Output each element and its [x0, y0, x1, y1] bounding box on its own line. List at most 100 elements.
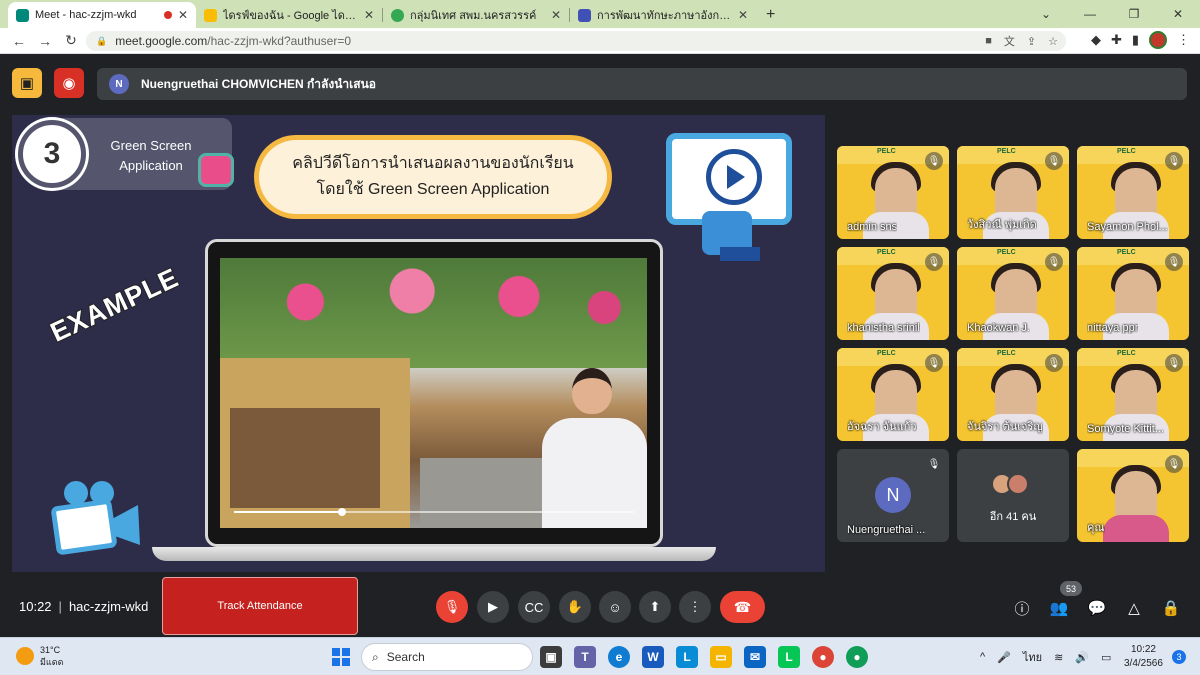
participant-name: Sayamon Phol... [1087, 221, 1168, 233]
emoji-icon[interactable]: ☺ [599, 591, 631, 623]
edge-icon[interactable]: e [608, 646, 630, 668]
close-tab-icon[interactable]: ✕ [738, 8, 748, 22]
tab-title: Meet - hac-zzjm-wkd [35, 9, 137, 21]
muted-mic-icon: 🎙 [1165, 354, 1183, 372]
microphone-icon[interactable]: 🎤 [997, 651, 1011, 664]
self-name: คุณ [1087, 522, 1105, 534]
participant-tile[interactable]: PELC 🎙 khanistha srinil [837, 247, 949, 340]
word-icon[interactable]: W [642, 646, 664, 668]
present-screen-icon[interactable]: ⬆ [639, 591, 671, 623]
tab-drive[interactable]: ไดรฟ์ของฉัน - Google ไดรฟ์ ✕ [196, 2, 382, 28]
stop-presenting-icon[interactable]: ▣ [12, 68, 42, 98]
participant-tile[interactable]: PELC 🎙 Khaokwan J. [957, 247, 1069, 340]
meet-control-bar: 10:22 | hac-zzjm-wkd Track Attendance 🎙 ▶ … [0, 577, 1200, 637]
wifi-icon[interactable]: ≋ [1054, 651, 1063, 664]
close-tab-icon[interactable]: ✕ [551, 8, 561, 22]
participant-tile[interactable]: PELC 🎙 Sayamon Phol... [1077, 146, 1189, 239]
presenter-tile[interactable]: 🎙 N Nuengruethai ... [837, 449, 949, 542]
participant-tile[interactable]: PELC 🎙 จันจิรา ต้นเจริญ [957, 348, 1069, 441]
menu-kebab-icon[interactable]: ⋮ [1177, 32, 1190, 48]
step-label: Green Screen Application [96, 136, 206, 176]
chrome-icon[interactable]: ● [812, 646, 834, 668]
video-progress-knob[interactable] [338, 508, 346, 516]
meeting-details-icon[interactable]: ⓘ [1011, 597, 1033, 619]
participant-tile[interactable]: PELC 🎙 Somyote Kittit... [1077, 348, 1189, 441]
hand-cuff-icon [720, 247, 760, 261]
share-icon[interactable]: ⇪ [1027, 35, 1036, 48]
activities-icon[interactable]: △ [1123, 597, 1145, 619]
tab-nikhet[interactable]: กลุ่มนิเทศ สพม.นครสวรรค์ ✕ [383, 2, 569, 28]
leave-call-icon[interactable]: ☎ [720, 591, 765, 623]
battery-icon[interactable]: ▭ [1101, 651, 1111, 664]
more-participants-tile[interactable]: อีก 41 คน [957, 449, 1069, 542]
restore-icon[interactable]: ❐ [1112, 7, 1156, 21]
muted-mic-icon: 🎙 [925, 354, 943, 372]
camera-blocked-icon[interactable]: ■ [985, 35, 992, 47]
chrome-profile-icon[interactable]: ● [846, 646, 868, 668]
mail-icon[interactable]: ✉ [744, 646, 766, 668]
line-l-icon[interactable]: L [676, 646, 698, 668]
pelc-logo: PELC [877, 148, 896, 155]
translate-icon[interactable]: 文 [1004, 33, 1015, 49]
step-number: 3 [18, 120, 86, 188]
tab-meet[interactable]: Meet - hac-zzjm-wkd ✕ [8, 2, 196, 28]
language-indicator[interactable]: ไทย [1023, 648, 1042, 666]
minimize-icon[interactable]: — [1068, 7, 1112, 21]
tab-search-icon[interactable]: ⌄ [1024, 7, 1068, 21]
participant-thumbnails [991, 473, 1035, 497]
captions-icon[interactable]: CC [518, 591, 550, 623]
taskbar-search[interactable]: ⌕ Search [361, 643, 533, 671]
url-bar[interactable]: 🔒 meet.google.com /hac-zzjm-wkd?authuser… [86, 31, 1066, 51]
side-panel-icon[interactable]: ▮ [1132, 32, 1139, 48]
participant-tile[interactable]: PELC 🎙 อัจฉรา จันแก้ว [837, 348, 949, 441]
more-options-icon[interactable]: ⋮ [679, 591, 711, 623]
start-windows-icon[interactable] [332, 648, 350, 666]
line-app-icon[interactable]: L [778, 646, 800, 668]
notification-badge[interactable]: 3 [1172, 650, 1186, 664]
participant-tile[interactable]: PELC 🎙 nittaya ppr [1077, 247, 1189, 340]
mic-off-icon[interactable]: 🎙 [436, 591, 468, 623]
video-progress-bar[interactable] [234, 508, 634, 516]
pelc-logo: PELC [877, 350, 896, 357]
file-explorer-icon[interactable]: ▭ [710, 646, 732, 668]
raise-hand-icon[interactable]: ✋ [559, 591, 591, 623]
participant-name: admin sns [847, 221, 898, 233]
new-tab-icon[interactable]: + [766, 6, 775, 24]
self-view-tile[interactable]: 🎙 คุณ [1077, 449, 1189, 542]
close-tab-icon[interactable]: ✕ [364, 8, 374, 22]
url-path: /hac-zzjm-wkd?authuser=0 [207, 34, 352, 48]
close-tab-icon[interactable]: ✕ [178, 8, 188, 22]
weather-widget[interactable]: 31°C มีแดด [16, 644, 63, 668]
weather-condition: มีแดด [40, 657, 64, 667]
example-label: EXAMPLE [45, 261, 184, 348]
people-icon[interactable]: 👥 [1048, 597, 1070, 619]
extension-icon[interactable]: ◆ [1091, 32, 1101, 48]
participant-tile[interactable]: PELC 🎙 วังสิวณี พุ่มเกิด [957, 146, 1069, 239]
volume-icon[interactable]: 🔊 [1075, 651, 1089, 664]
track-attendance-button[interactable]: Track Attendance [162, 577, 358, 635]
taskbar-clock[interactable]: 10:22 3/4/2566 [1124, 643, 1163, 671]
student-video[interactable] [220, 258, 647, 528]
tab-english[interactable]: การพัฒนาทักษะภาษาอังกฤษ English ✕ [570, 2, 756, 28]
participant-tile[interactable]: PELC 🎙 admin sns [837, 146, 949, 239]
bookmark-star-icon[interactable]: ☆ [1048, 35, 1058, 48]
address-toolbar: ← → ↻ 🔒 meet.google.com /hac-zzjm-wkd?au… [0, 28, 1200, 54]
chevron-up-icon[interactable]: ^ [980, 651, 985, 663]
record-icon[interactable]: ◉ [54, 68, 84, 98]
muted-mic-icon: 🎙 [925, 152, 943, 170]
student-figure [542, 368, 647, 528]
close-window-icon[interactable]: ✕ [1156, 7, 1200, 21]
extensions-area: ◆ ✚ ▮ ⋮ [1091, 31, 1190, 49]
reload-icon[interactable]: ↻ [58, 32, 84, 49]
host-controls-icon[interactable]: 🔒 [1160, 597, 1182, 619]
muted-mic-icon: 🎙 [1045, 354, 1063, 372]
teams-icon[interactable]: T [574, 646, 596, 668]
camera-icon[interactable]: ▶ [477, 591, 509, 623]
back-icon[interactable]: ← [6, 33, 32, 49]
search-placeholder: Search [386, 650, 425, 664]
profile-avatar[interactable] [1149, 31, 1167, 49]
task-view-icon[interactable]: ▣ [540, 646, 562, 668]
puzzle-icon[interactable]: ✚ [1111, 32, 1122, 48]
chat-icon[interactable]: 💬 [1086, 597, 1108, 619]
forward-icon[interactable]: → [32, 33, 58, 49]
